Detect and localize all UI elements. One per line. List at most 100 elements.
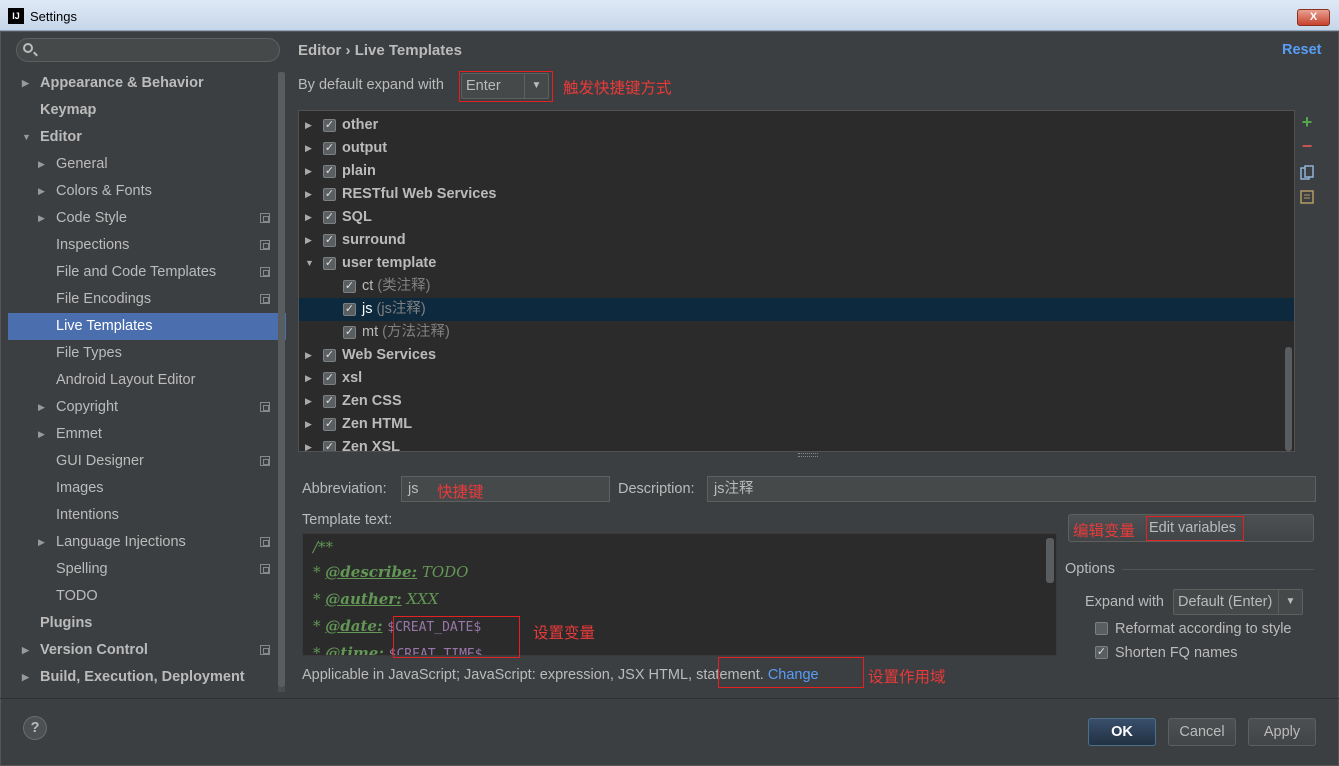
expand-arrow-icon[interactable]: ▶ [22,664,29,691]
template-group-row[interactable]: ▶ ✓ RESTful Web Services [299,183,1294,206]
template-row[interactable]: ✓ ct (类注释) [299,275,1294,298]
template-group-row[interactable]: ▶ ✓ Web Services [299,344,1294,367]
checkbox-checked[interactable]: ✓ [323,211,336,224]
sidebar-item-file-code-templates[interactable]: File and Code Templates [8,259,286,286]
settings-search-input[interactable] [16,38,280,62]
template-group-row[interactable]: ▶ ✓ Zen XSL [299,436,1294,451]
checkbox-checked[interactable]: ✓ [323,165,336,178]
window-close-button[interactable]: X [1297,9,1330,26]
templates-scrollbar[interactable] [1285,347,1292,451]
expand-arrow-icon[interactable]: ▶ [22,70,29,97]
sidebar-item-editor[interactable]: ▼ Editor [8,124,286,151]
expand-arrow-icon[interactable]: ▶ [38,421,45,448]
checkbox-checked[interactable]: ✓ [323,418,336,431]
sidebar-item-android-layout-editor[interactable]: Android Layout Editor [8,367,286,394]
sidebar-item-colors-fonts[interactable]: ▶ Colors & Fonts [8,178,286,205]
sidebar-item-file-types[interactable]: File Types [8,340,286,367]
checkbox-checked[interactable]: ✓ [343,280,356,293]
sidebar-item-general[interactable]: ▶ General [8,151,286,178]
checkbox-checked[interactable]: ✓ [323,372,336,385]
checkbox-checked[interactable]: ✓ [343,303,356,316]
expand-arrow-icon[interactable]: ▶ [305,160,312,183]
checkbox-checked[interactable]: ✓ [323,142,336,155]
expand-arrow-icon[interactable]: ▶ [38,178,45,205]
sidebar-item-images[interactable]: Images [8,475,286,502]
template-group-row[interactable]: ▶ ✓ plain [299,160,1294,183]
sidebar-item-intentions[interactable]: Intentions [8,502,286,529]
template-row[interactable]: ✓ mt (方法注释) [299,321,1294,344]
sidebar-item-code-style[interactable]: ▶ Code Style [8,205,286,232]
expand-arrow-icon[interactable]: ▶ [305,229,312,252]
checkbox-checked[interactable]: ✓ [323,441,336,451]
description-input[interactable]: js注释 [707,476,1316,502]
copy-icon[interactable] [1300,165,1314,181]
expand-arrow-icon[interactable]: ▶ [38,394,45,421]
expand-arrow-icon[interactable]: ▶ [305,413,312,436]
restore-defaults-icon[interactable] [1300,190,1314,206]
template-group-row[interactable]: ▼ ✓ user template [299,252,1294,275]
checkbox-checked[interactable]: ✓ [343,326,356,339]
checkbox-checked[interactable]: ✓ [323,257,336,270]
collapse-arrow-icon[interactable]: ▼ [22,124,31,151]
expand-with-option-select[interactable]: Default (Enter) ▼ [1173,589,1303,615]
expand-arrow-icon[interactable]: ▶ [38,205,45,232]
cancel-button[interactable]: Cancel [1168,718,1236,746]
sidebar-item-live-templates[interactable]: Live Templates [8,313,286,340]
sidebar-item-keymap[interactable]: Keymap [8,97,286,124]
template-group-row[interactable]: ▶ ✓ other [299,114,1294,137]
expand-arrow-icon[interactable]: ▶ [305,344,312,367]
expand-arrow-icon[interactable]: ▶ [305,367,312,390]
checkbox-checked[interactable]: ✓ [323,119,336,132]
ok-button[interactable]: OK [1088,718,1156,746]
sidebar-scrollbar[interactable] [278,72,285,692]
template-group-row[interactable]: ▶ ✓ output [299,137,1294,160]
expand-arrow-icon[interactable]: ▶ [305,183,312,206]
sidebar-scrollbar-thumb[interactable] [278,72,285,687]
sidebar-item-version-control[interactable]: ▶ Version Control [8,637,286,664]
sidebar-item-file-encodings[interactable]: File Encodings [8,286,286,313]
sidebar-item-todo[interactable]: TODO [8,583,286,610]
sidebar-item-inspections[interactable]: Inspections [8,232,286,259]
template-group-row[interactable]: ▶ ✓ Zen CSS [299,390,1294,413]
expand-arrow-icon[interactable]: ▶ [22,637,29,664]
template-group-row[interactable]: ▶ ✓ surround [299,229,1294,252]
sidebar-item-plugins[interactable]: Plugins [8,610,286,637]
help-icon[interactable]: ? [23,716,47,740]
sidebar-item-language-injections[interactable]: ▶ Language Injections [8,529,286,556]
sidebar-item-emmet[interactable]: ▶ Emmet [8,421,286,448]
sidebar-item-build-execution[interactable]: ▶ Build, Execution, Deployment [8,664,286,691]
expand-arrow-icon[interactable]: ▶ [38,151,45,178]
template-group-row[interactable]: ▶ ✓ Zen HTML [299,413,1294,436]
remove-icon[interactable]: − [1300,137,1314,155]
shorten-fq-checkbox[interactable]: ✓ [1095,646,1108,659]
expand-arrow-icon[interactable]: ▶ [305,436,312,451]
expand-arrow-icon[interactable]: ▶ [38,529,45,556]
add-icon[interactable]: + [1300,113,1314,131]
expand-arrow-icon[interactable]: ▶ [305,114,312,137]
abbreviation-input[interactable]: js [401,476,610,502]
template-group-row[interactable]: ▶ ✓ xsl [299,367,1294,390]
checkbox-checked[interactable]: ✓ [323,395,336,408]
sidebar-item-copyright[interactable]: ▶ Copyright [8,394,286,421]
checkbox-checked[interactable]: ✓ [323,349,336,362]
template-row-selected[interactable]: ✓ js (js注释) [299,298,1294,321]
apply-button[interactable]: Apply [1248,718,1316,746]
collapse-arrow-icon[interactable]: ▼ [305,252,314,275]
expand-arrow-icon[interactable]: ▶ [305,390,312,413]
templates-tree[interactable]: ▶ ✓ other ▶ ✓ output ▶ ✓ plain ▶ ✓ RESTful Web S… [298,110,1295,452]
checkbox-checked[interactable]: ✓ [323,234,336,247]
reformat-checkbox[interactable] [1095,622,1108,635]
checkbox-checked[interactable]: ✓ [323,188,336,201]
sidebar-item-gui-designer[interactable]: GUI Designer [8,448,286,475]
template-group-label: output [342,140,388,156]
splitter-handle[interactable] [798,453,818,457]
template-group-row[interactable]: ▶ ✓ SQL [299,206,1294,229]
editor-scrollbar[interactable] [1046,538,1054,583]
sidebar-item-spelling[interactable]: Spelling [8,556,286,583]
chevron-down-icon[interactable]: ▼ [1278,590,1302,614]
reset-link[interactable]: Reset [1282,42,1322,58]
applicable-text: Applicable in JavaScript; JavaScript: ex… [302,667,764,683]
expand-arrow-icon[interactable]: ▶ [305,137,312,160]
expand-arrow-icon[interactable]: ▶ [305,206,312,229]
sidebar-item-appearance[interactable]: ▶ Appearance & Behavior [8,70,286,97]
